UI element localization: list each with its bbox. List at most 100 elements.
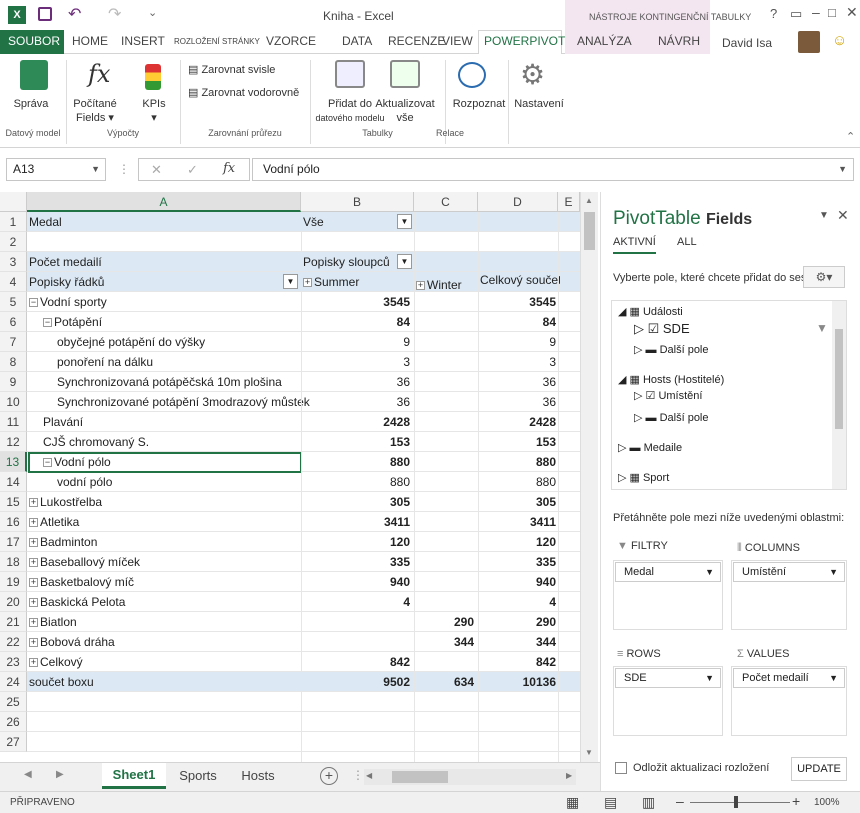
panel-options-icon[interactable]: ▼ bbox=[819, 210, 829, 221]
align-vertical-button[interactable]: ▤ Zarovnat svisle bbox=[188, 63, 318, 77]
cell-d[interactable]: 36 bbox=[478, 372, 560, 392]
cell-a[interactable]: Synchronizovaná potápěčská 10m plošina bbox=[29, 372, 329, 392]
sheet-tab-sports[interactable]: Sports bbox=[170, 768, 226, 783]
cell-d[interactable]: 84 bbox=[478, 312, 560, 332]
tab-home[interactable]: HOME bbox=[72, 34, 108, 48]
scroll-right-icon[interactable]: ▶ bbox=[566, 771, 572, 780]
cell-d[interactable]: 290 bbox=[478, 612, 560, 632]
row-header[interactable]: 19 bbox=[0, 572, 27, 592]
cell-b[interactable]: 335 bbox=[301, 552, 414, 572]
cell-a[interactable] bbox=[29, 692, 329, 712]
panel-close-icon[interactable]: ✕ bbox=[837, 207, 849, 224]
expand-collapse-icon[interactable]: + bbox=[29, 518, 38, 528]
expand-collapse-icon[interactable]: + bbox=[29, 558, 38, 568]
cell-c[interactable]: 290 bbox=[414, 612, 478, 632]
cell-d[interactable]: Celkový součet bbox=[478, 270, 560, 290]
cell-d[interactable]: 3411 bbox=[478, 512, 560, 532]
cell-a[interactable]: + Lukostřelba bbox=[29, 492, 329, 512]
kpis-button[interactable]: KPIs ▾ bbox=[136, 97, 172, 125]
cell-b[interactable]: 9 bbox=[301, 332, 414, 352]
cell-c[interactable] bbox=[414, 592, 478, 612]
avatar[interactable] bbox=[798, 31, 820, 53]
field-more-2[interactable]: ▷ ▬ Další pole bbox=[634, 411, 709, 424]
cell-c[interactable] bbox=[414, 352, 478, 372]
cell-a[interactable]: Synchronizované potápění 3modrazový můst… bbox=[29, 392, 329, 412]
cell-a[interactable]: Plavání bbox=[29, 412, 329, 432]
cell-c[interactable] bbox=[414, 452, 478, 472]
cell-c[interactable] bbox=[414, 472, 478, 492]
cell-c[interactable] bbox=[414, 312, 478, 332]
tab-all[interactable]: ALL bbox=[677, 236, 697, 248]
cancel-icon[interactable]: ✕ bbox=[151, 162, 162, 178]
cell-b[interactable]: 3 bbox=[301, 352, 414, 372]
field-table-udalosti[interactable]: ◢ ▦ Události bbox=[618, 305, 683, 318]
page-layout-icon[interactable]: ▤ bbox=[604, 794, 617, 811]
zoom-in-icon[interactable]: + bbox=[792, 793, 800, 809]
cell-d[interactable]: 4 bbox=[478, 592, 560, 612]
next-sheet-icon[interactable]: ▶ bbox=[56, 769, 64, 780]
formula-more-icon[interactable]: ⋮ bbox=[118, 162, 130, 176]
row-header[interactable]: 24 bbox=[0, 672, 27, 692]
cell-a[interactable]: Popisky řádků ▼ bbox=[29, 272, 329, 292]
rows-dropdown[interactable]: SDE ▼ bbox=[615, 668, 721, 688]
row-header[interactable]: 12 bbox=[0, 432, 27, 452]
expand-collapse-icon[interactable]: − bbox=[43, 318, 52, 328]
cell-c[interactable] bbox=[414, 412, 478, 432]
expand-collapse-icon[interactable]: + bbox=[29, 598, 38, 608]
cell-b[interactable]: 3411 bbox=[301, 512, 414, 532]
cell-a[interactable]: Medal bbox=[29, 212, 329, 232]
cell-d[interactable]: 344 bbox=[478, 632, 560, 652]
zoom-out-icon[interactable]: – bbox=[676, 793, 684, 809]
row-header[interactable]: 15 bbox=[0, 492, 27, 512]
expand-collapse-icon[interactable]: + bbox=[29, 618, 38, 628]
cell-a[interactable]: + Biatlon bbox=[29, 612, 329, 632]
save-icon[interactable] bbox=[38, 7, 52, 21]
cell-a[interactable]: + Badminton bbox=[29, 532, 329, 552]
expand-collapse-icon[interactable]: + bbox=[29, 638, 38, 648]
cell-d[interactable]: 10136 bbox=[478, 672, 560, 692]
cell-c[interactable] bbox=[414, 432, 478, 452]
cell-c[interactable] bbox=[414, 212, 478, 232]
tab-powerpivot[interactable]: POWERPIVOT bbox=[484, 34, 565, 48]
tab-splitter-icon[interactable]: ⋮ bbox=[352, 768, 364, 782]
cell-a[interactable] bbox=[29, 232, 329, 252]
cell-a[interactable]: + Celkový bbox=[29, 652, 329, 672]
zoom-slider[interactable] bbox=[690, 802, 790, 803]
tab-navrh[interactable]: NÁVRH bbox=[658, 34, 700, 48]
tab-analyza[interactable]: ANALÝZA bbox=[577, 34, 632, 48]
row-header[interactable]: 16 bbox=[0, 512, 27, 532]
cell-c[interactable] bbox=[414, 652, 478, 672]
cell-d[interactable]: 842 bbox=[478, 652, 560, 672]
cell-b[interactable]: + Summer bbox=[301, 272, 414, 292]
update-button[interactable]: UPDATE bbox=[791, 757, 847, 781]
cell-d[interactable]: 335 bbox=[478, 552, 560, 572]
scroll-left-icon[interactable]: ◀ bbox=[366, 771, 372, 780]
tab-vzorce[interactable]: VZORCE bbox=[266, 34, 316, 48]
cell-d[interactable] bbox=[478, 692, 560, 712]
row-header[interactable]: 10 bbox=[0, 392, 27, 412]
row-header[interactable]: 21 bbox=[0, 612, 27, 632]
cell-c[interactable] bbox=[414, 712, 478, 732]
cell-d[interactable] bbox=[478, 732, 560, 752]
cell-a[interactable]: + Atletika bbox=[29, 512, 329, 532]
cell-b[interactable]: 4 bbox=[301, 592, 414, 612]
cell-c[interactable]: 344 bbox=[414, 632, 478, 652]
cell-d[interactable] bbox=[478, 252, 560, 272]
row-header[interactable]: 23 bbox=[0, 652, 27, 672]
detect-button[interactable]: Rozpoznat bbox=[450, 97, 508, 111]
cell-b[interactable]: 36 bbox=[301, 372, 414, 392]
select-all-corner[interactable] bbox=[0, 192, 27, 212]
column-header-e[interactable]: E bbox=[558, 192, 580, 212]
row-header[interactable]: 25 bbox=[0, 692, 27, 712]
row-header[interactable]: 13 bbox=[0, 452, 27, 472]
expand-collapse-icon[interactable]: + bbox=[29, 498, 38, 508]
scroll-thumb[interactable] bbox=[584, 212, 595, 250]
layout-gear-icon[interactable]: ⚙▾ bbox=[803, 266, 845, 288]
row-header[interactable]: 1 bbox=[0, 212, 27, 232]
row-header[interactable]: 5 bbox=[0, 292, 27, 312]
sheet-tab-sheet1[interactable]: Sheet1 bbox=[102, 763, 166, 789]
field-umisteni[interactable]: ▷ ☑ Umístění bbox=[634, 389, 702, 402]
page-break-icon[interactable]: ▥ bbox=[642, 794, 655, 811]
cell-c[interactable] bbox=[414, 252, 478, 272]
cell-b[interactable]: 2428 bbox=[301, 412, 414, 432]
